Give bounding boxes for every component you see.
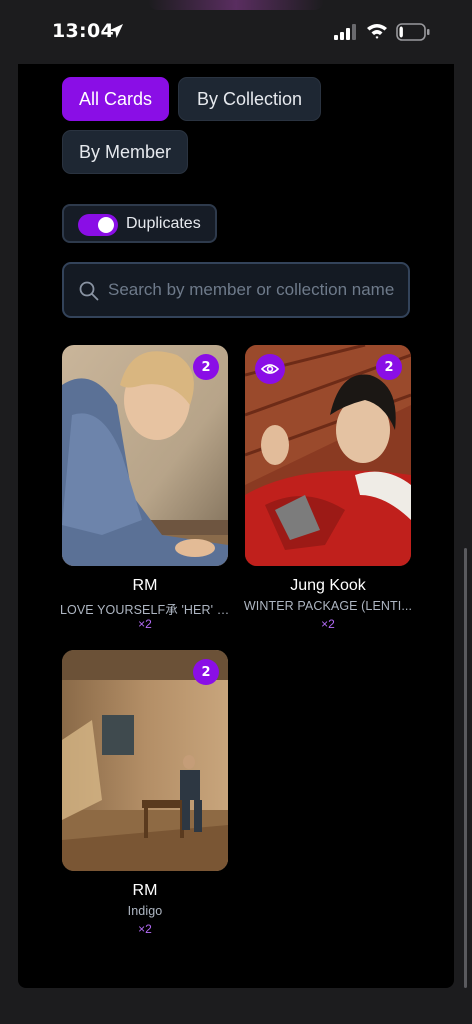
search-icon xyxy=(79,281,99,301)
top-glow-decoration xyxy=(148,0,324,10)
duplicate-count-badge: 2 xyxy=(193,354,219,380)
wifi-icon xyxy=(367,24,387,39)
search-input[interactable] xyxy=(108,264,408,316)
battery-icon xyxy=(396,23,430,41)
duplicates-label: Duplicates xyxy=(126,215,201,232)
location-arrow-icon xyxy=(109,24,123,38)
duplicates-switch[interactable] xyxy=(78,214,118,236)
card-collection-name: WINTER PACKAGE (LENTI... xyxy=(243,599,413,613)
card-multiplier: ×2 xyxy=(138,922,152,936)
status-bar: 13:04 xyxy=(0,0,472,64)
eye-icon xyxy=(261,364,279,374)
switch-knob xyxy=(98,217,114,233)
card-member-name: RM xyxy=(132,882,158,899)
scrollbar[interactable] xyxy=(464,548,467,988)
card-photo[interactable]: 2 xyxy=(62,650,228,871)
tab-all-cards[interactable]: All Cards xyxy=(62,77,169,121)
duplicates-toggle[interactable]: Duplicates xyxy=(62,204,217,243)
cellular-signal-icon xyxy=(334,24,356,40)
duplicate-count-badge: 2 xyxy=(193,659,219,685)
card-multiplier: ×2 xyxy=(138,617,152,631)
card-photo[interactable]: 2 xyxy=(245,345,411,566)
eye-badge[interactable] xyxy=(255,354,285,384)
tab-by-member[interactable]: By Member xyxy=(62,130,188,174)
card-collection-name: LOVE YOURSELF承 'HER' - L xyxy=(60,603,230,617)
card-multiplier: ×2 xyxy=(321,617,335,631)
card-collection-name: Indigo xyxy=(127,904,163,918)
card-member-name: RM xyxy=(132,577,158,594)
card-member-name: Jung Kook xyxy=(290,577,366,594)
search-bar[interactable] xyxy=(62,262,410,318)
tab-by-collection[interactable]: By Collection xyxy=(178,77,321,121)
card-photo[interactable]: 2 xyxy=(62,345,228,566)
status-time: 13:04 xyxy=(52,20,114,42)
duplicate-count-badge: 2 xyxy=(376,354,402,380)
